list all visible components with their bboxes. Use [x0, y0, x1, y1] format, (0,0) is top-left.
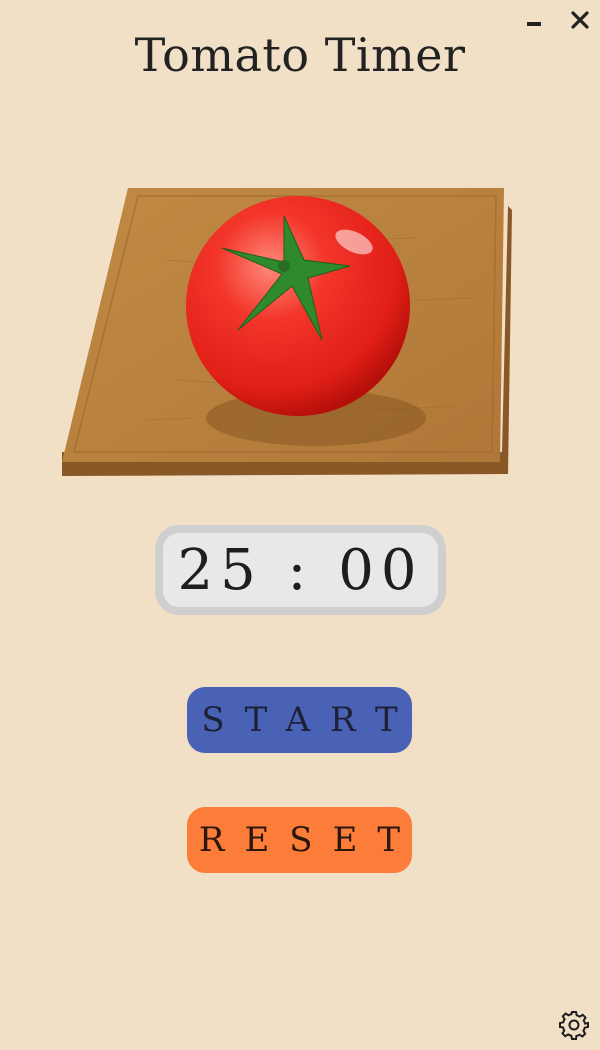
tomato-illustration [56, 180, 518, 485]
tomato-timer-app: Tomato Timer 25: 00 START RESET [0, 0, 600, 1050]
start-button[interactable]: START [187, 687, 412, 753]
minimize-icon [527, 22, 541, 26]
gear-icon [559, 1011, 589, 1040]
app-title: Tomato Timer [134, 28, 466, 82]
reset-button[interactable]: RESET [187, 807, 412, 873]
cutting-board-image [62, 188, 512, 476]
settings-button[interactable] [558, 1009, 590, 1041]
timer-display: 25 : 00 [155, 525, 446, 615]
timer-readout: 25 : 00 [163, 533, 438, 607]
